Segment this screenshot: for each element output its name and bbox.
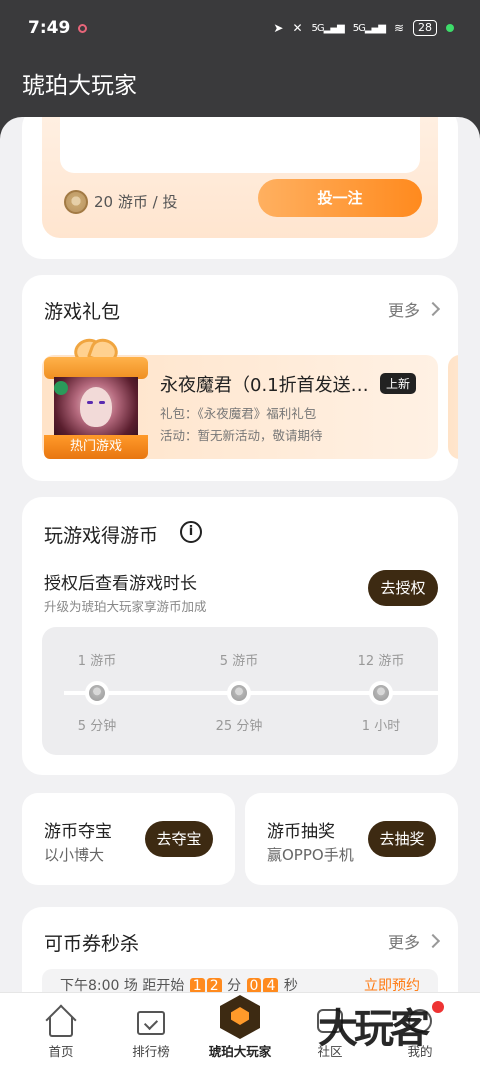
gift-activity-line: 活动：暂无新活动，敬请期待 bbox=[160, 428, 323, 443]
gift-game-name: 永夜魔君（0.1折首发送… bbox=[160, 375, 369, 396]
play-section-title: 玩游戏得游币 bbox=[44, 525, 159, 547]
tier-time: 5 分钟 bbox=[77, 719, 117, 734]
coin-treasure-card[interactable]: 游币夺宝 以小博大 去夺宝 bbox=[22, 793, 235, 885]
tier-coins: 5 游币 bbox=[219, 654, 259, 669]
bet-button[interactable]: 投一注 bbox=[258, 179, 422, 217]
tier-coin-icon bbox=[369, 681, 393, 705]
notification-icon bbox=[78, 24, 87, 33]
gift-item[interactable]: 热门游戏 永夜魔君（0.1折首发送… 上新 礼包：《永夜魔君》福利礼包 活动：暂… bbox=[42, 355, 438, 459]
nav-label: 首页 bbox=[48, 1044, 74, 1059]
tier-coins: 1 游币 bbox=[77, 654, 117, 669]
gift-more-link[interactable]: 更多 bbox=[388, 297, 441, 321]
wifi-icon: ≋ bbox=[393, 21, 404, 35]
auth-title: 授权后查看游戏时长 bbox=[44, 574, 197, 594]
privacy-dot-icon bbox=[446, 24, 454, 32]
gift-box-icon: 热门游戏 bbox=[44, 339, 148, 461]
home-icon bbox=[49, 1017, 73, 1037]
flash-section-title: 可币券秒杀 bbox=[44, 933, 140, 955]
nav-label: 琥珀大玩家 bbox=[208, 1044, 272, 1059]
tier-time: 1 小时 bbox=[361, 719, 401, 734]
new-badge: 上新 bbox=[379, 373, 416, 394]
nav-label: 排行榜 bbox=[132, 1044, 170, 1059]
signal-icon-1: 5G▂▄▆ bbox=[311, 22, 345, 34]
battery-icon: 28 bbox=[413, 20, 437, 36]
treasure-button[interactable]: 去夺宝 bbox=[145, 821, 213, 857]
status-time: 7:49 bbox=[28, 18, 71, 38]
tier-coin-icon bbox=[85, 681, 109, 705]
authorize-button[interactable]: 去授权 bbox=[368, 570, 438, 606]
ranking-icon bbox=[137, 1011, 165, 1035]
app-title: 琥珀大玩家 bbox=[22, 73, 137, 99]
chevron-right-icon bbox=[425, 933, 441, 949]
status-icons: ➤ ✕ 5G▂▄▆ 5G▂▄▆ ≋ 28 bbox=[273, 20, 454, 36]
gift-pack-card: 游戏礼包 更多 热门游戏 永夜魔君（0.1折首发送… 上新 礼包：《永夜魔君》福… bbox=[22, 275, 458, 481]
bottom-sheet[interactable]: 20 游币 / 投 投一注 游戏礼包 更多 热门游戏 永夜魔君（0.1折首发送…… bbox=[0, 117, 480, 1066]
info-icon[interactable]: i bbox=[180, 521, 202, 543]
gift-pack-line: 礼包：《永夜魔君》福利礼包 bbox=[160, 406, 317, 421]
treasure-subtitle: 以小博大 bbox=[44, 846, 105, 864]
amber-player-icon bbox=[220, 995, 260, 1039]
watermark-logo: 大玩客 bbox=[318, 1005, 430, 1052]
mute-icon: ✕ bbox=[292, 21, 303, 35]
gift-section-title: 游戏礼包 bbox=[44, 301, 121, 323]
chevron-right-icon bbox=[425, 301, 441, 317]
bet-white-area bbox=[60, 117, 420, 173]
hot-game-label: 热门游戏 bbox=[44, 435, 148, 459]
tier-coins: 12 游币 bbox=[357, 654, 405, 669]
coin-lottery-card[interactable]: 游币抽奖 赢OPPO手机 去抽奖 bbox=[245, 793, 458, 885]
gift-item-next[interactable] bbox=[448, 355, 458, 459]
bet-price: 20 游币 / 投 bbox=[94, 193, 178, 211]
tier-coin-icon bbox=[227, 681, 251, 705]
flash-more-link[interactable]: 更多 bbox=[388, 929, 441, 953]
coin-icon bbox=[64, 190, 88, 214]
bet-card: 20 游币 / 投 投一注 bbox=[22, 117, 458, 259]
signal-icon-2: 5G▂▄▆ bbox=[352, 22, 386, 34]
tier-time: 25 分钟 bbox=[215, 719, 263, 734]
lottery-title: 游币抽奖 bbox=[267, 822, 335, 842]
lottery-subtitle: 赢OPPO手机 bbox=[267, 846, 354, 864]
status-bar: 7:49 ➤ ✕ 5G▂▄▆ 5G▂▄▆ ≋ 28 bbox=[0, 0, 480, 60]
notification-badge bbox=[432, 1001, 444, 1013]
nav-amber-player[interactable]: 琥珀大玩家 bbox=[192, 993, 288, 1066]
location-icon: ➤ bbox=[273, 21, 284, 35]
nav-home[interactable]: 首页 bbox=[13, 993, 109, 1066]
nav-ranking[interactable]: 排行榜 bbox=[103, 993, 199, 1066]
bet-panel: 20 游币 / 投 投一注 bbox=[42, 117, 438, 238]
reward-progress: 1 游币 5 游币 12 游币 5 分钟 25 分钟 1 小时 bbox=[42, 627, 438, 755]
auth-subtitle: 升级为琥珀大玩家享游币加成 bbox=[44, 599, 207, 614]
lottery-button[interactable]: 去抽奖 bbox=[368, 821, 436, 857]
treasure-title: 游币夺宝 bbox=[44, 822, 112, 842]
play-earn-card: 玩游戏得游币 i 授权后查看游戏时长 升级为琥珀大玩家享游币加成 去授权 1 游… bbox=[22, 497, 458, 775]
